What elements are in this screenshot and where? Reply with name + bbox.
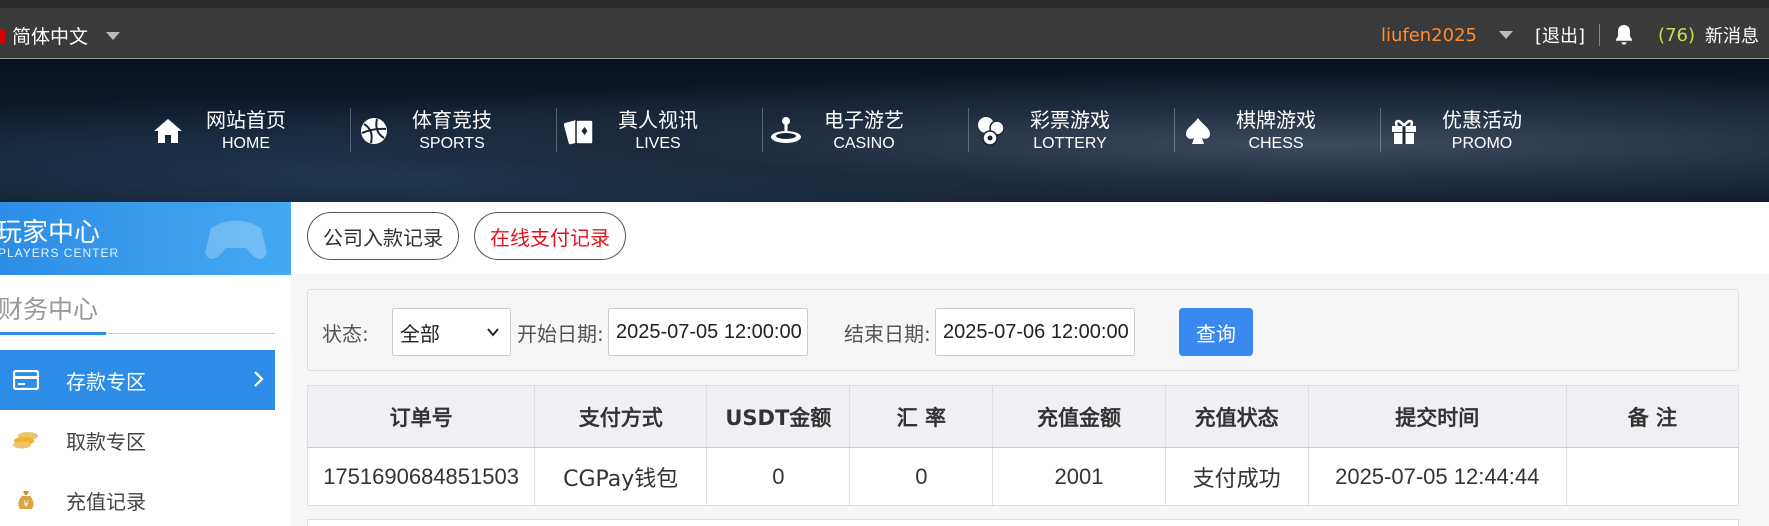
remark-cell [1566,448,1738,506]
nav-label-cn: 电子游艺 [824,107,904,132]
main-nav-banner: 网站首页 HOME 体育竞技 SPORTS 真人视讯 LIVES 电子游艺 CASINO… [0,59,1769,202]
ball-icon [356,113,392,149]
nav-label-en: CASINO [833,134,895,152]
sidebar: 玩家中心 PLAYERS CENTER 财务中心 存款专区 取款专区 ¥ 充值记… [0,202,291,526]
bell-icon[interactable] [1614,24,1634,46]
column-header: USDT金额 [706,385,851,448]
column-header: 订单号 [307,385,536,448]
home-icon [150,113,186,149]
sidebar-item-withdraw[interactable]: 取款专区 [0,410,275,470]
column-header: 充值金额 [992,385,1166,448]
main-nav: 网站首页 HOME 体育竞技 SPORTS 真人视讯 LIVES 电子游艺 CASINO… [145,59,1587,202]
card-icon [12,368,40,392]
logout-link[interactable]: [退出] [1535,22,1585,48]
column-header: 充值状态 [1165,385,1309,448]
players-center-subtitle: PLAYERS CENTER [0,246,120,260]
joystick-icon [768,113,804,149]
chevron-down-icon [487,328,499,337]
order-number-cell: 1751690684851503 [307,447,536,506]
nav-label-en: CHESS [1248,134,1304,152]
divider [1599,24,1601,46]
message-count[interactable]: (76) [1658,25,1695,46]
submit-time-cell: 2025-07-05 12:44:44 [1308,447,1567,506]
user-area: liufen2025 [退出] (76) 新消息 [1381,22,1769,48]
sidebar-item-label: 存款专区 [66,369,146,394]
nav-label-cn: 彩票游戏 [1030,107,1110,132]
nav-item-casino[interactable]: 电子游艺 CASINO [763,59,969,202]
table-row: 1751690684851503 CGPay钱包 0 0 2001 支付成功 2… [307,447,1739,506]
records-table: 订单号 支付方式 USDT金额 汇 率 充值金额 充值状态 提交时间 备 注 1… [307,385,1739,506]
nav-item-lottery[interactable]: 彩票游戏 LOTTERY [969,59,1175,202]
main-content: 公司入款记录 在线支付记录 状态: 全部 开始日期: 2025-07-05 12… [291,202,1769,526]
nav-item-lives[interactable]: 真人视讯 LIVES [557,59,763,202]
column-header: 提交时间 [1308,385,1567,448]
table-header-row: 订单号 支付方式 USDT金额 汇 率 充值金额 充值状态 提交时间 备 注 [307,385,1739,448]
sidebar-item-label: 充值记录 [66,489,146,514]
players-center-header: 玩家中心 PLAYERS CENTER [0,202,291,275]
cards-icon [562,113,598,149]
nav-label-en: LOTTERY [1033,134,1107,152]
pagination-area [307,519,1739,526]
nav-label-cn: 体育竞技 [412,107,492,132]
filter-panel: 状态: 全部 开始日期: 2025-07-05 12:00:00 结束日期: 2… [307,289,1739,371]
username-link[interactable]: liufen2025 [1381,25,1477,46]
nav-label-en: HOME [222,134,270,152]
sidebar-item-label: 取款专区 [66,429,146,454]
nav-item-chess[interactable]: 棋牌游戏 CHESS [1175,59,1381,202]
nav-item-promo[interactable]: 优惠活动 PROMO [1381,59,1587,202]
new-messages-link[interactable]: 新消息 [1705,22,1759,48]
nav-label-cn: 优惠活动 [1442,107,1522,132]
players-center-title: 玩家中心 [0,218,101,248]
tab-company-deposit[interactable]: 公司入款记录 [307,212,459,260]
flag-icon [0,28,6,43]
usdt-amount-cell: 0 [706,447,851,506]
language-label: 简体中文 [12,26,89,48]
sidebar-item-deposit[interactable]: 存款专区 [0,350,275,410]
finance-center-title: 财务中心 [0,295,99,324]
nav-label-cn: 棋牌游戏 [1236,107,1316,132]
money-bag-icon: ¥ [12,488,40,512]
record-tabs: 公司入款记录 在线支付记录 [291,202,1769,274]
sidebar-item-recharge-records[interactable]: ¥ 充值记录 [0,470,275,526]
payment-method-cell: CGPay钱包 [534,447,708,506]
status-select-value: 全部 [400,321,440,346]
recharge-status-cell: 支付成功 [1165,447,1309,506]
search-button[interactable]: 查询 [1179,308,1253,356]
nav-label-cn: 真人视讯 [618,107,698,132]
start-date-input[interactable]: 2025-07-05 12:00:00 [608,308,808,356]
nav-label-en: LIVES [635,134,681,152]
gift-icon [1386,113,1422,149]
end-date-label: 结束日期: [844,322,931,346]
exchange-rate-cell: 0 [849,447,994,506]
svg-text:¥: ¥ [23,500,29,510]
coins-icon [12,428,40,452]
active-underline [0,332,106,335]
recharge-amount-cell: 2001 [992,447,1166,506]
sidebar-menu: 存款专区 取款专区 ¥ 充值记录 [0,350,275,526]
user-menu-chevron-icon[interactable] [1499,31,1513,39]
nav-label-en: SPORTS [419,134,485,152]
column-header: 汇 率 [849,385,994,448]
nav-label-cn: 网站首页 [206,107,286,132]
nav-label-en: PROMO [1451,134,1513,152]
tab-online-payment[interactable]: 在线支付记录 [474,212,626,260]
nav-item-sports[interactable]: 体育竞技 SPORTS [351,59,557,202]
end-date-input[interactable]: 2025-07-06 12:00:00 [935,308,1135,356]
gamepad-icon [205,220,267,259]
lottery-balls-icon [974,113,1010,149]
status-select[interactable]: 全部 [392,308,511,356]
start-date-label: 开始日期: [517,322,604,346]
column-header: 支付方式 [534,385,708,448]
chevron-right-icon [254,371,264,387]
column-header: 备 注 [1566,385,1739,448]
spade-icon [1180,113,1216,149]
chevron-down-icon [106,31,121,40]
status-label: 状态: [322,322,369,346]
language-selector[interactable]: 简体中文 [0,22,121,49]
nav-item-home[interactable]: 网站首页 HOME [145,59,351,202]
top-bar: 简体中文 liufen2025 [退出] (76) 新消息 [0,0,1769,59]
